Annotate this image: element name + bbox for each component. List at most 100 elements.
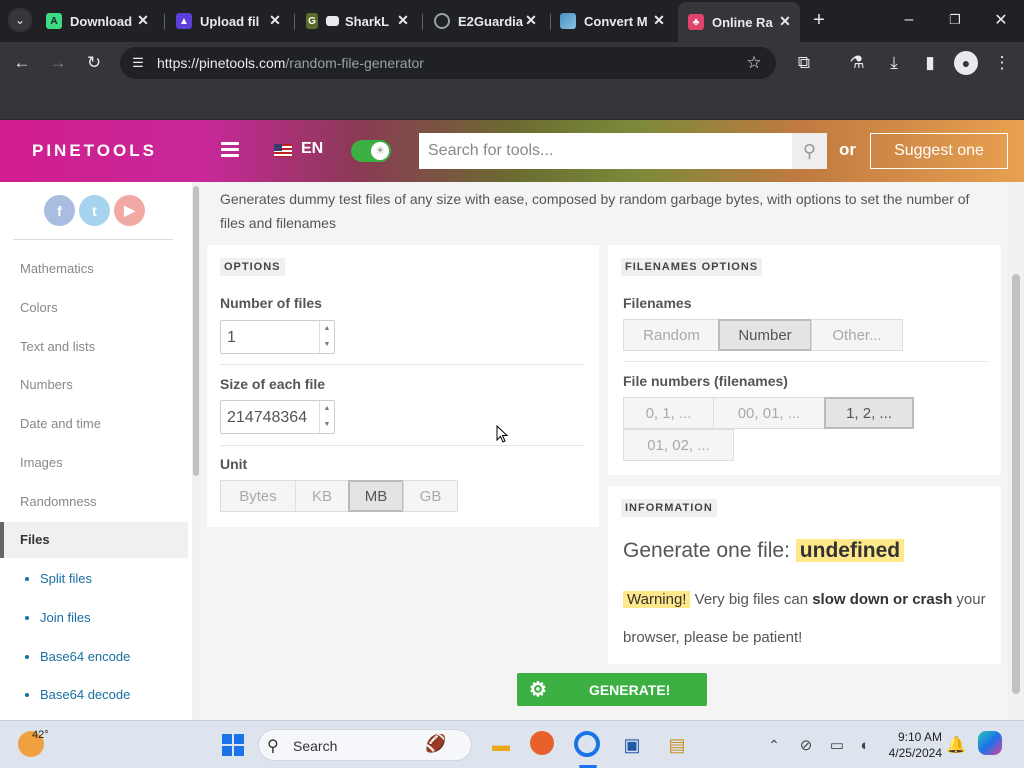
file-numbers-00-01-button[interactable]: 00, 01, ... — [713, 397, 825, 429]
file-numbers-0-1-button[interactable]: 0, 1, ... — [623, 397, 714, 429]
size-of-each-file-input[interactable]: 214748364 ▲ ▼ — [220, 400, 335, 434]
tab-e2guardian[interactable]: E2Guardia ✕ — [434, 8, 546, 34]
back-icon[interactable]: ← — [10, 51, 34, 75]
language-selector[interactable]: EN — [301, 140, 323, 158]
chrome-icon[interactable] — [574, 731, 600, 757]
gear-icon: ⚙ — [529, 679, 547, 701]
file-numbers-01-02-button[interactable]: 01, 02, ... — [623, 429, 734, 461]
tool-search-input[interactable] — [419, 133, 792, 169]
filenames-random-button[interactable]: Random — [623, 319, 720, 351]
sidebar-item-date-and-time[interactable]: Date and time — [20, 416, 101, 431]
sidebar-subitem-base64-decode[interactable]: Base64 decode — [24, 687, 130, 702]
firefox-icon[interactable] — [530, 731, 554, 755]
tab-search-chevron-icon[interactable]: ⌄ — [8, 8, 32, 32]
youtube-icon[interactable]: ▶ — [114, 195, 145, 226]
spinner-arrows-icon[interactable]: ▲ ▼ — [319, 401, 334, 433]
us-flag-icon[interactable] — [274, 144, 292, 157]
labs-flask-icon[interactable]: ⚗ — [845, 51, 869, 75]
filenames-options-title: FILENAMES OPTIONS — [621, 258, 763, 276]
filenames-other-button[interactable]: Other... — [811, 319, 903, 351]
microsoft-store-icon[interactable]: ▣ — [618, 731, 646, 759]
side-panel-icon[interactable]: ▮ — [918, 51, 942, 75]
sidebar-item-randomness[interactable]: Randomness — [20, 494, 97, 509]
tool-description: Generates dummy test files of any size w… — [220, 191, 970, 231]
close-icon[interactable]: ✕ — [522, 11, 540, 29]
pinetools-logo[interactable]: PINETOOLS — [32, 141, 157, 161]
show-hidden-icons-chevron-icon[interactable]: ⌃ — [760, 731, 788, 759]
tab-online-random-file[interactable]: ♣ Online Ra ✕ — [678, 2, 800, 42]
spinner-arrows-icon[interactable]: ▲ ▼ — [319, 321, 334, 353]
main-content: Generates dummy test files of any size w… — [200, 182, 1008, 720]
reload-icon[interactable]: ↻ — [82, 51, 106, 75]
tab-title: E2Guardia — [458, 13, 524, 29]
extensions-icon[interactable]: ⧉ — [792, 51, 816, 75]
information-title: INFORMATION — [621, 499, 717, 517]
close-icon[interactable]: ✕ — [650, 11, 668, 29]
notification-bell-icon[interactable]: 🔔 — [942, 731, 970, 759]
sidebar-item-colors[interactable]: Colors — [20, 300, 58, 315]
copilot-icon[interactable] — [978, 731, 1002, 755]
tab-convert[interactable]: Convert M ✕ — [560, 8, 674, 34]
new-tab-icon[interactable]: + — [807, 8, 831, 32]
close-icon[interactable]: ✕ — [134, 11, 152, 29]
windows-start-icon[interactable] — [219, 731, 247, 759]
close-icon[interactable]: ✕ — [776, 12, 794, 30]
unit-bytes-button[interactable]: Bytes — [220, 480, 296, 512]
unit-kb-button[interactable]: KB — [295, 480, 349, 512]
android-logo-icon: A — [46, 13, 62, 29]
taskbar-search-box[interactable]: ⚲ Search 🏈 — [258, 729, 472, 761]
network-icon[interactable]: ⊘ — [792, 731, 820, 759]
suggest-one-button[interactable]: Suggest one — [870, 133, 1008, 169]
site-info-icon[interactable]: ☰ — [126, 51, 150, 75]
sidebar-subitem-join-files[interactable]: Join files — [25, 610, 91, 625]
bookmarks-bar — [0, 84, 1024, 120]
search-icon: ⚲ — [267, 738, 279, 755]
browser-toolbar: ← → ↻ ☰ https://pinetools.com/random-fil… — [0, 42, 1024, 84]
sidebar-item-images[interactable]: Images — [20, 455, 63, 470]
sidebar-scrollbar[interactable] — [192, 182, 199, 720]
sidebar-subitem-base64-encode[interactable]: Base64 encode — [24, 649, 130, 664]
file-numbers-1-2-button[interactable]: 1, 2, ... — [824, 397, 914, 429]
unit-mb-button[interactable]: MB — [348, 480, 404, 512]
clock-time[interactable]: 9:10 AM — [880, 730, 942, 744]
downloads-icon[interactable]: ⤓ — [882, 51, 906, 75]
tab-sharklasers[interactable]: G SharkL ✕ — [306, 8, 418, 34]
filenames-label: Filenames — [623, 295, 692, 311]
tab-upload[interactable]: ▲ Upload fil ✕ — [176, 8, 290, 34]
twitter-icon[interactable]: t — [79, 195, 110, 226]
window-close-icon[interactable]: ✕ — [978, 0, 1024, 40]
mouse-cursor-icon — [496, 425, 508, 443]
unit-gb-button[interactable]: GB — [403, 480, 458, 512]
hamburger-menu-icon[interactable] — [221, 142, 239, 158]
clock-date[interactable]: 4/25/2024 — [872, 746, 942, 760]
search-icon[interactable]: ⚲ — [792, 133, 827, 169]
profile-avatar-icon[interactable]: ● — [954, 51, 978, 75]
bookmark-star-icon[interactable]: ☆ — [742, 51, 766, 75]
theme-toggle[interactable] — [351, 140, 391, 162]
sidebar-subitem-split-files[interactable]: Split files — [24, 571, 92, 586]
display-icon[interactable]: ▭ — [823, 731, 851, 759]
minimize-icon[interactable]: – — [886, 0, 932, 40]
sidebar-item-files[interactable]: Files — [0, 522, 188, 558]
close-icon[interactable]: ✕ — [266, 11, 284, 29]
sidebar-item-text-and-lists[interactable]: Text and lists — [20, 339, 95, 354]
tab-download[interactable]: A Download ✕ — [46, 8, 158, 34]
restore-icon[interactable]: ❐ — [932, 0, 978, 40]
file-explorer-icon[interactable]: ▬ — [487, 731, 515, 759]
filenames-number-button[interactable]: Number — [718, 319, 812, 351]
menu-kebab-icon[interactable]: ⋮ — [990, 51, 1014, 75]
package-icon[interactable]: ▤ — [663, 731, 691, 759]
close-icon[interactable]: ✕ — [394, 11, 412, 29]
address-bar[interactable]: ☰ https://pinetools.com/random-file-gene… — [120, 47, 776, 79]
number-of-files-input[interactable]: 1 ▲ ▼ — [220, 320, 335, 354]
size-of-each-file-label: Size of each file — [220, 376, 326, 392]
mail-icon — [326, 16, 339, 26]
search-highlight-icon: 🏈 — [425, 734, 447, 753]
sidebar-item-mathematics[interactable]: Mathematics — [20, 261, 94, 276]
generate-button[interactable]: ⚙ GENERATE! — [517, 673, 707, 706]
forward-icon[interactable]: → — [46, 51, 70, 75]
warning-message: Warning! Very big files can slow down or… — [623, 591, 986, 646]
page-scrollbar[interactable] — [1008, 182, 1024, 720]
facebook-icon[interactable]: f — [44, 195, 75, 226]
sidebar-item-numbers[interactable]: Numbers — [20, 377, 73, 392]
